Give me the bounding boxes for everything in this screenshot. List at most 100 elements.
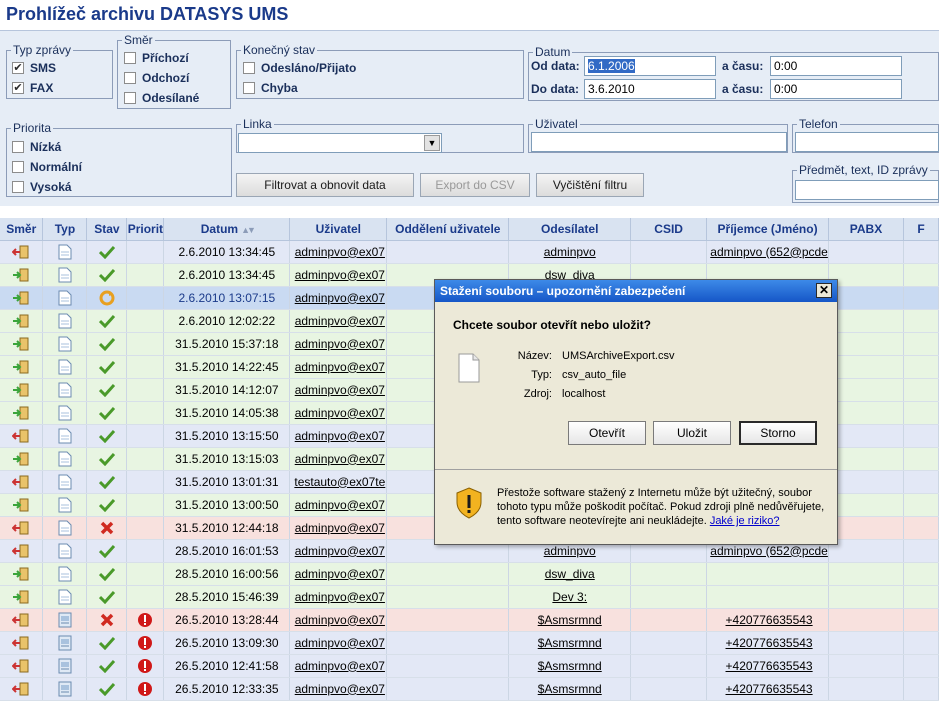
phone-input[interactable] [795,132,939,152]
subject-input[interactable] [795,180,939,200]
column-header[interactable]: CSID [630,218,708,241]
cell-user[interactable]: adminpvo@ex07 [289,539,388,563]
open-button[interactable]: Otevřít [568,421,646,445]
cell-user[interactable]: adminpvo@ex07 [289,654,388,678]
cell-recipient[interactable]: +420776635543 [706,608,830,632]
cell-user[interactable]: adminpvo@ex07 [289,608,388,632]
cell-user[interactable]: adminpvo@ex07 [289,677,388,701]
outgoing-icon [0,240,44,264]
cell-user[interactable]: adminpvo@ex07 [289,585,388,609]
cell-user[interactable]: adminpvo@ex07 [289,447,388,471]
clear-filter-button[interactable]: Vyčištění filtru [536,173,644,197]
date-from-label: Od data: [531,59,580,73]
date-to-input[interactable]: 3.6.2010 [584,79,716,99]
column-header[interactable]: PABX [828,218,904,241]
cell-sender[interactable]: $Asmsrmnd [508,631,632,655]
priority-low-checkbox[interactable]: Nízká [12,140,61,154]
column-header[interactable]: F [903,218,939,241]
cell-user[interactable]: adminpvo@ex07 [289,493,388,517]
table-row[interactable]: 26.5.2010 12:41:58 adminpvo@ex07 $Asmsrmnd… [0,654,939,678]
cell-date: 26.5.2010 13:09:30 [163,631,291,655]
cell-user[interactable]: adminpvo@ex07 [289,424,388,448]
fax-checkbox[interactable]: ✔ FAX [12,81,53,95]
error-checkbox[interactable]: Chyba [243,81,298,95]
empty-cell [828,309,904,333]
empty-cell [386,240,510,264]
cell-sender[interactable]: dsw_diva [508,562,632,586]
risk-link[interactable]: Jaké je riziko? [710,515,780,527]
outgoing-icon [0,677,44,701]
table-row[interactable]: 28.5.2010 15:46:39 adminpvo@ex07 Dev 3: [0,585,939,609]
save-button[interactable]: Uložit [653,421,731,445]
date-from-input[interactable]: 6.1.2006 [584,56,716,76]
cell-sender[interactable]: adminpvo [508,240,632,264]
document-icon [42,263,88,287]
sms-checkbox[interactable]: ✔ SMS [12,61,56,75]
file-name-row: Název: UMSArchiveExport.csv [517,350,675,362]
priority-cell [126,332,165,356]
user-input[interactable] [531,132,787,152]
time-from-input[interactable]: 0:00 [770,56,902,76]
cell-user[interactable]: testauto@ex07te [289,470,388,494]
cell-user[interactable]: adminpvo@ex07 [289,263,388,287]
column-header[interactable]: Uživatel [289,218,388,241]
table-row[interactable]: 26.5.2010 13:28:44 adminpvo@ex07 $Asmsrmnd… [0,608,939,632]
empty-cell [903,401,939,425]
cell-recipient[interactable]: +420776635543 [706,654,830,678]
empty-cell [386,608,510,632]
cancel-button[interactable]: Storno [739,421,817,445]
cell-recipient[interactable]: +420776635543 [706,631,830,655]
table-row[interactable]: 2.6.2010 13:34:45 adminpvo@ex07 adminpvo ad… [0,240,939,264]
outgoing-checkbox[interactable]: Odchozí [124,71,189,85]
table-row[interactable]: 26.5.2010 13:09:30 adminpvo@ex07 $Asmsrmnd… [0,631,939,655]
cell-user[interactable]: adminpvo@ex07 [289,286,388,310]
cell-sender[interactable]: $Asmsrmnd [508,608,632,632]
cell-date: 31.5.2010 15:37:18 [163,332,291,356]
cell-user[interactable]: adminpvo@ex07 [289,562,388,586]
document-icon [42,516,88,540]
cell-user[interactable]: adminpvo@ex07 [289,631,388,655]
cell-sender[interactable]: $Asmsrmnd [508,677,632,701]
cell-user[interactable]: adminpvo@ex07 [289,240,388,264]
column-header[interactable]: Priorit [126,218,165,241]
file-source-row: Zdroj: localhost [523,388,606,400]
cell-sender[interactable]: Dev 3: [508,585,632,609]
column-header[interactable]: Odesílatel [508,218,632,241]
cell-user[interactable]: adminpvo@ex07 [289,401,388,425]
column-header[interactable]: Datum ▲▼ [163,218,291,241]
filter-button[interactable]: Filtrovat a obnovit data [236,173,414,197]
app-title: Prohlížeč archivu DATASYS UMS [6,4,289,24]
cell-user[interactable]: adminpvo@ex07 [289,355,388,379]
cell-recipient[interactable]: +420776635543 [706,677,830,701]
cell-user[interactable]: adminpvo@ex07 [289,309,388,333]
cell-sender[interactable]: $Asmsrmnd [508,654,632,678]
column-header[interactable]: Stav [86,218,128,241]
cell-date: 2.6.2010 13:07:15 [163,286,291,310]
priority-high-checkbox[interactable]: Vysoká [12,180,72,194]
column-header[interactable]: Typ [42,218,88,241]
line-select[interactable]: ▼ [238,133,442,153]
sending-checkbox[interactable]: Odesílané [124,91,199,105]
cell-recipient[interactable]: adminpvo (652@pcde [706,240,830,264]
check-icon [86,424,128,448]
cell-user[interactable]: adminpvo@ex07 [289,378,388,402]
cell-user[interactable]: adminpvo@ex07 [289,516,388,540]
column-header[interactable]: Oddělení uživatele [386,218,510,241]
table-row[interactable]: 26.5.2010 12:33:35 adminpvo@ex07 $Asmsrmnd… [0,677,939,701]
close-icon[interactable]: ✕ [816,283,832,298]
time-to-input[interactable]: 0:00 [770,79,902,99]
cell-user[interactable]: adminpvo@ex07 [289,332,388,356]
column-header[interactable]: Směr [0,218,44,241]
empty-cell [903,585,939,609]
check-icon: ✔ [12,62,24,74]
incoming-checkbox[interactable]: Příchozí [124,51,189,65]
chevron-down-icon: ▼ [424,135,440,151]
table-row[interactable]: 28.5.2010 16:00:56 adminpvo@ex07 dsw_diva [0,562,939,586]
sent-received-checkbox[interactable]: Odesláno/Přijato [243,61,356,75]
incoming-icon [0,332,44,356]
column-header[interactable]: Příjemce (Jméno) [706,218,830,241]
check-icon [86,401,128,425]
priority-normal-checkbox[interactable]: Normální [12,160,82,174]
document-icon [42,470,88,494]
export-csv-button[interactable]: Export do CSV [420,173,530,197]
